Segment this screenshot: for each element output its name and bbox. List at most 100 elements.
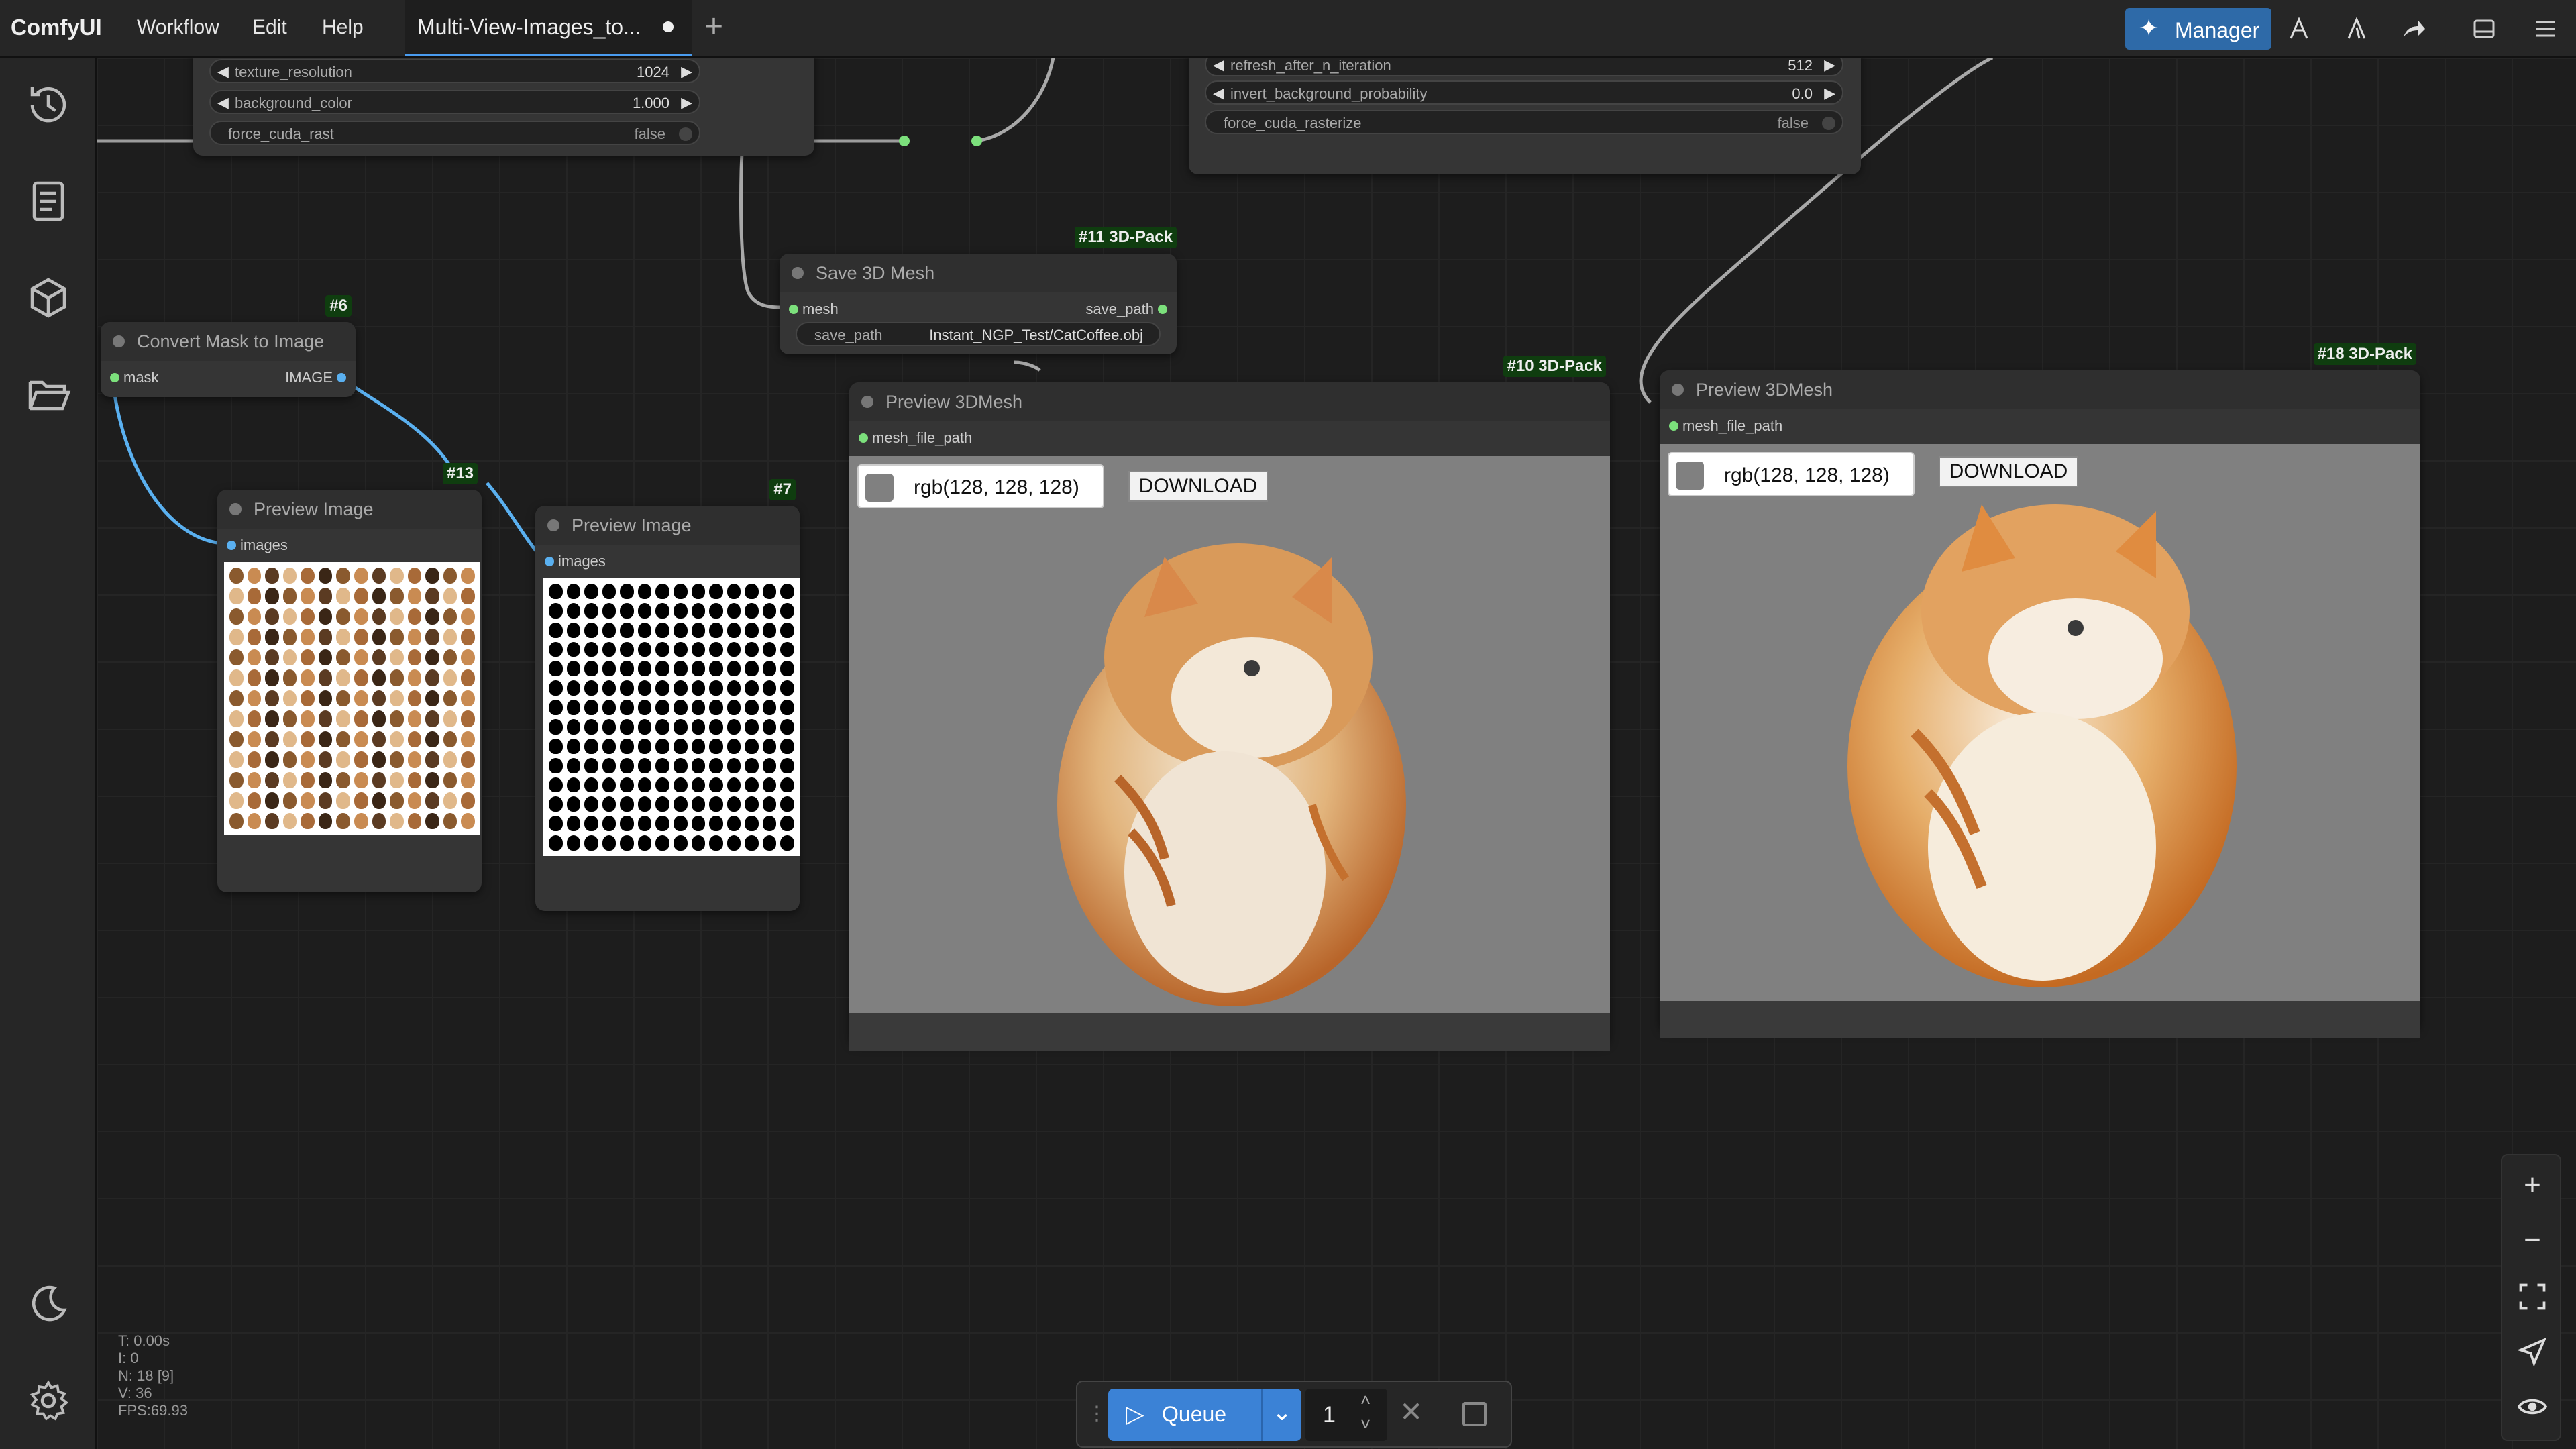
node-header[interactable]: Preview 3DMesh	[1660, 370, 2420, 409]
drag-handle-icon[interactable]: ⋮	[1087, 1402, 1107, 1426]
queue-button[interactable]: ▷ Queue ⌄	[1108, 1389, 1301, 1441]
menu-edit[interactable]: Edit	[252, 16, 287, 39]
mask-thumbnail	[655, 835, 669, 851]
mask-thumbnail	[727, 777, 741, 793]
select-mode-icon[interactable]	[2516, 1335, 2549, 1368]
input-slot-dot-icon[interactable]	[227, 541, 236, 550]
widget-texture-resolution[interactable]: ◀ texture_resolution 1024 ▶	[209, 59, 700, 83]
node-save-3d-mesh[interactable]: #11 3D-Pack Save 3D Mesh mesh save_path …	[780, 227, 1177, 354]
collapse-dot-icon[interactable]	[1672, 384, 1684, 396]
decrement-icon[interactable]: ◀	[1213, 58, 1224, 74]
increment-icon[interactable]: ▶	[1824, 58, 1835, 74]
collapse-dot-icon[interactable]	[547, 519, 559, 531]
background-color-button[interactable]: rgb(128, 128, 128)	[857, 464, 1104, 508]
widget-invert-background[interactable]: ◀ invert_background_probability 0.0 ▶	[1205, 80, 1843, 105]
node-top-left-settings[interactable]: ◀ texture_resolution 1024 ▶ ◀ background…	[193, 58, 814, 156]
node-header[interactable]: Preview 3DMesh	[849, 382, 1610, 421]
widget-force-cuda-rast[interactable]: force_cuda_rast false	[209, 121, 700, 145]
view-thumbnail	[354, 690, 368, 707]
hamburger-icon[interactable]	[2528, 11, 2564, 47]
menu-workflow[interactable]: Workflow	[137, 16, 219, 39]
workflow-tab[interactable]: Multi-View-Images_to...	[405, 0, 692, 56]
chevron-up-icon[interactable]: ˄	[1360, 1390, 1371, 1411]
theme-icon[interactable]	[24, 1280, 72, 1328]
background-color-button[interactable]: rgb(128, 128, 128)	[1668, 452, 1915, 496]
output-slot-dot-icon[interactable]	[337, 373, 346, 382]
settings-icon[interactable]	[24, 1377, 72, 1425]
node-convert-mask-to-image[interactable]: #6 Convert Mask to Image mask IMAGE	[101, 295, 356, 397]
manager-button[interactable]: ✦ Manager	[2125, 8, 2271, 50]
node-preview-image-7[interactable]: #7 Preview Image images	[535, 479, 800, 911]
mask-thumbnail	[602, 622, 616, 638]
decrement-icon[interactable]: ◀	[217, 94, 229, 111]
collapse-dot-icon[interactable]	[861, 396, 873, 408]
workflow-tab-title: Multi-View-Images_to...	[417, 15, 641, 39]
zoom-in-icon[interactable]: +	[2516, 1169, 2549, 1202]
collapse-dot-icon[interactable]	[113, 335, 125, 347]
decrement-icon[interactable]: ◀	[1213, 85, 1224, 102]
decrement-icon[interactable]: ◀	[217, 63, 229, 80]
input-slot-dot-icon[interactable]	[545, 557, 554, 566]
3d-viewport[interactable]: rgb(128, 128, 128) DOWNLOAD	[1660, 444, 2420, 1001]
widget-save-path[interactable]: save_path Instant_NGP_Test/CatCoffee.obj	[796, 322, 1161, 346]
cancel-icon[interactable]: ✕	[1399, 1395, 1423, 1428]
workflows-icon[interactable]	[24, 370, 72, 419]
collapse-dot-icon[interactable]	[229, 503, 241, 515]
3d-viewport[interactable]: rgb(128, 128, 128) DOWNLOAD	[849, 456, 1610, 1013]
toggle-links-icon[interactable]	[2516, 1390, 2549, 1424]
mask-thumbnail	[549, 738, 563, 754]
fit-view-icon[interactable]	[2516, 1280, 2549, 1313]
widget-refresh-iteration[interactable]: ◀ refresh_after_n_iteration 512 ▶	[1205, 58, 1843, 76]
queue-count-value[interactable]: 1	[1323, 1402, 1336, 1428]
zoom-out-icon[interactable]: −	[2516, 1224, 2549, 1257]
toggle-icon[interactable]	[1822, 117, 1835, 130]
input-slot-dot-icon[interactable]	[110, 373, 119, 382]
graph-canvas[interactable]: ◀ texture_resolution 1024 ▶ ◀ background…	[97, 58, 2576, 1449]
view-thumbnail	[372, 771, 386, 789]
node-preview-image-13[interactable]: #13 Preview Image images	[217, 463, 482, 892]
download-button[interactable]: DOWNLOAD	[1128, 471, 1268, 502]
node-top-right-settings[interactable]: ◀ refresh_after_n_iteration 512 ▶ ◀ inve…	[1189, 58, 1861, 174]
unsaved-dot-icon[interactable]	[663, 21, 674, 32]
view-thumbnail	[247, 649, 262, 666]
view-thumbnail	[336, 731, 350, 748]
preview-mask-grid[interactable]	[543, 578, 800, 856]
stop-icon[interactable]	[1462, 1402, 1487, 1426]
download-button[interactable]: DOWNLOAD	[1939, 456, 2078, 487]
node-header[interactable]: Preview Image	[217, 490, 482, 529]
input-slot-dot-icon[interactable]	[859, 433, 868, 443]
cat-mesh-render[interactable]	[1660, 444, 2420, 1001]
node-header[interactable]: Save 3D Mesh	[780, 254, 1177, 292]
input-slot-dot-icon[interactable]	[1669, 421, 1678, 431]
node-preview-3dmesh-18[interactable]: #18 3D-Pack Preview 3DMesh mesh_file_pat…	[1660, 343, 2420, 1038]
comfy-a-icon[interactable]	[2281, 11, 2317, 47]
input-slot-dot-icon[interactable]	[789, 305, 798, 314]
app-logo[interactable]: ComfyUI	[11, 15, 102, 40]
menu-help[interactable]: Help	[322, 16, 364, 39]
chevron-down-icon[interactable]: ˅	[1360, 1414, 1371, 1435]
mask-thumbnail	[709, 835, 723, 851]
node-header[interactable]: Preview Image	[535, 506, 800, 545]
model-library-icon[interactable]	[24, 274, 72, 322]
toggle-icon[interactable]	[679, 127, 692, 141]
collapse-dot-icon[interactable]	[792, 267, 804, 279]
chevron-down-icon[interactable]: ⌄	[1272, 1398, 1292, 1426]
increment-icon[interactable]: ▶	[681, 94, 692, 111]
node-library-icon[interactable]	[24, 177, 72, 225]
node-preview-3dmesh-10[interactable]: #10 3D-Pack Preview 3DMesh mesh_file_pat…	[849, 356, 1610, 1051]
comfy-b-icon[interactable]	[2339, 11, 2375, 47]
share-icon[interactable]	[2395, 11, 2431, 47]
output-slot-dot-icon[interactable]	[1158, 305, 1167, 314]
widget-background-color[interactable]: ◀ background_color 1.000 ▶	[209, 90, 700, 114]
node-header[interactable]: Convert Mask to Image	[101, 322, 356, 361]
new-tab-icon[interactable]: +	[704, 11, 723, 43]
cat-mesh-render[interactable]	[849, 456, 1610, 1013]
panel-toggle-icon[interactable]	[2466, 11, 2502, 47]
view-thumbnail	[407, 649, 422, 666]
preview-image-grid[interactable]	[224, 562, 480, 835]
increment-icon[interactable]: ▶	[681, 63, 692, 80]
history-icon[interactable]	[24, 80, 72, 129]
widget-force-cuda-rasterize[interactable]: force_cuda_rasterize false	[1205, 110, 1843, 134]
increment-icon[interactable]: ▶	[1824, 85, 1835, 102]
queue-count-stepper[interactable]: 1 ˄ ˅	[1305, 1389, 1387, 1441]
